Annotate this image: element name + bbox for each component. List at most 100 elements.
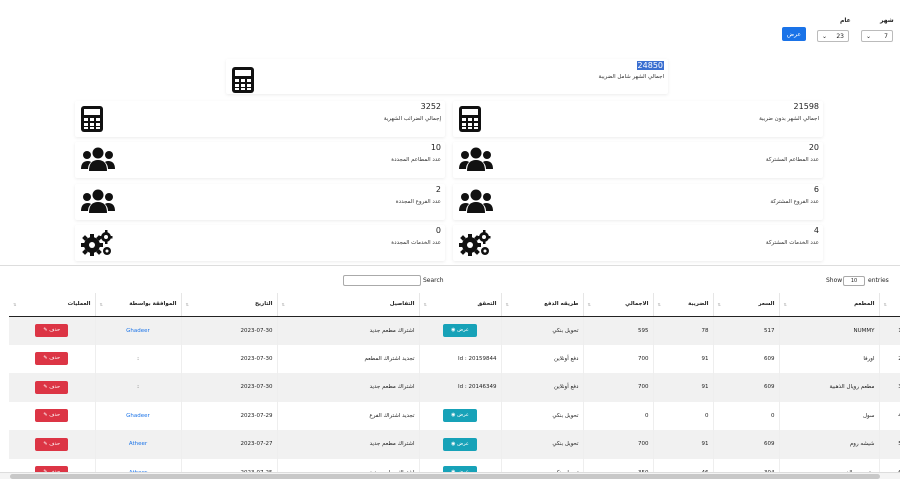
delete-button[interactable]: ✎ حذف <box>35 352 69 366</box>
tax-cell: 91 <box>653 373 714 402</box>
total-cell: 700 <box>583 430 654 459</box>
sort-icon: ⇅ <box>883 302 887 307</box>
table-header-row: ⇅ العمليات ⇅ الموافقة بواسطة ⇅ التاريخ ⇅ التفاص… <box>9 293 900 317</box>
verify-cell: ◉ عرض <box>419 401 502 430</box>
verify-cell: ◉ عرض <box>419 316 502 345</box>
sort-icon: ⇅ <box>13 302 17 307</box>
month-select[interactable]: ⌄ 7 <box>861 30 893 42</box>
actions-cell: ✎ حذف <box>9 316 96 345</box>
restaurant-cell: مطعم رويال الذهبية <box>779 373 880 402</box>
column-header-label: الضريبة <box>688 301 709 308</box>
horizontal-scrollbar[interactable] <box>0 472 900 479</box>
stat-label: عدد الفروع المجددة <box>395 199 441 205</box>
restaurant-cell: سول <box>779 401 880 430</box>
column-header[interactable]: ⇅ طريقه الدفع <box>501 293 584 317</box>
stat-card: 10 عدد المطاعم المجددة <box>75 142 445 178</box>
page: شهر ⌄ 7 عام ⌄ 23 عرض 24850 اجمالي الشهر … <box>0 0 900 479</box>
column-header-label: الموافقة بواسطة <box>129 301 177 308</box>
year-select-value: 23 <box>836 32 844 40</box>
sort-icon: ⇅ <box>281 302 285 307</box>
column-header[interactable]: ⇅ التاريخ <box>181 293 278 317</box>
payment-cell: تحويل بنكي <box>501 401 584 430</box>
restaurant-cell: اورفا <box>779 344 880 373</box>
details-cell: تجديد اشتراك المطعم <box>277 344 420 373</box>
column-header-label: التحقق <box>477 301 497 308</box>
stat-label: عدد الخدمات المشتركة <box>765 240 819 246</box>
sort-icon: ⇅ <box>657 302 661 307</box>
month-select-value: 7 <box>884 32 888 40</box>
approved-by-link[interactable]: Atheer <box>129 441 147 447</box>
stat-label: عدد الخدمات المجددة <box>391 240 441 246</box>
scrollbar-thumb[interactable] <box>10 474 880 479</box>
row-number-cell: 2 <box>879 344 900 373</box>
summary-label: اجمالي الشهر شامل الضريبة <box>598 74 664 80</box>
price-cell: 0 <box>713 401 780 430</box>
stat-card: 2 عدد الفروع المجددة <box>75 184 445 220</box>
sort-icon: ⇅ <box>99 302 103 307</box>
delete-button[interactable]: ✎ حذف <box>35 409 69 423</box>
total-cell: 700 <box>583 373 654 402</box>
delete-button[interactable]: ✎ حذف <box>35 437 69 451</box>
delete-button[interactable]: ✎ حذف <box>35 324 69 337</box>
entries-select[interactable]: 10 <box>843 276 865 286</box>
view-button[interactable]: ◉ عرض <box>443 437 477 451</box>
sort-icon: ⇅ <box>423 302 427 307</box>
trash-icon: ✎ <box>43 327 48 333</box>
column-header[interactable]: ⇅# <box>879 293 900 317</box>
stat-label: عدد المطاعم المجددة <box>391 157 441 163</box>
show-button[interactable]: عرض <box>782 27 806 41</box>
actions-cell: ✎ حذف <box>9 430 96 459</box>
approved-by-link[interactable]: Ghadeer <box>126 413 150 419</box>
month-label: شهر <box>880 17 894 24</box>
stat-card: 4 عدد الخدمات المشتركة <box>453 225 823 261</box>
column-header[interactable]: ⇅ الاجمالي <box>583 293 654 317</box>
row-number-cell: 3 <box>879 373 900 402</box>
column-header[interactable]: ⇅ العمليات <box>9 293 96 317</box>
stat-value: 0 <box>435 226 441 235</box>
column-header[interactable]: ⇅ التحقق <box>419 293 502 317</box>
calculator-icon <box>81 106 103 136</box>
gears-icon <box>81 230 113 260</box>
users-icon <box>459 147 493 175</box>
users-icon <box>81 147 115 175</box>
view-button[interactable]: ◉ عرض <box>443 409 477 423</box>
table-row: ✎ حذف: 2023-07-30 تجديد اشتراك المطعم Id : … <box>9 344 900 373</box>
column-header[interactable]: ⇅ السعر <box>713 293 780 317</box>
tax-cell: 0 <box>653 401 714 430</box>
stat-card: 3252 إجمالي الضرائب الشهرية <box>75 101 445 137</box>
date-cell: 2023-07-30 <box>181 344 278 373</box>
trash-icon: ✎ <box>43 412 48 419</box>
approved-by-link: : <box>137 355 139 362</box>
search-input[interactable] <box>343 275 421 286</box>
payment-cell: دفع أونلاين <box>501 373 584 402</box>
year-select[interactable]: ⌄ 23 <box>817 30 849 42</box>
summary-value: 24850 <box>636 61 664 70</box>
stat-label: عدد المطاعم المشتركة <box>765 157 819 163</box>
column-header-label: السعر <box>758 301 775 308</box>
approved-by-link[interactable]: Ghadeer <box>126 328 150 334</box>
summary-card: 24850 اجمالي الشهر شامل الضريبة <box>226 59 668 94</box>
details-cell: تجديد اشتراك الفرع <box>277 401 420 430</box>
verify-cell: Id : 20146349 <box>419 373 502 402</box>
column-header[interactable]: ⇅ الموافقة بواسطة <box>95 293 182 317</box>
price-cell: 609 <box>713 430 780 459</box>
column-header[interactable]: ⇅ التفاصيل <box>277 293 420 317</box>
column-header[interactable]: ⇅ المطعم <box>779 293 880 317</box>
stat-value: 6 <box>813 185 819 194</box>
stat-label: اجمالي الشهر بدون ضريبة <box>759 116 819 122</box>
show-label: Show <box>826 277 843 284</box>
verify-cell: Id : 20159844 <box>419 344 502 373</box>
calculator-icon <box>459 106 481 136</box>
stat-label: عدد الفروع المشتركة <box>770 199 819 205</box>
approved-by-cell: : <box>95 373 182 402</box>
transactions-table: ⇅ العمليات ⇅ الموافقة بواسطة ⇅ التاريخ ⇅ التفاص… <box>9 293 900 479</box>
details-cell: اشتراك مطعم جديد <box>277 430 420 459</box>
users-icon <box>81 189 115 217</box>
stat-card: 21598 اجمالي الشهر بدون ضريبة <box>453 101 823 137</box>
column-header[interactable]: ⇅ الضريبة <box>653 293 714 317</box>
column-header-label: التفاصيل <box>389 301 415 308</box>
view-button[interactable]: ◉ عرض <box>443 324 477 337</box>
total-cell: 595 <box>583 316 654 345</box>
sort-icon: ⇅ <box>587 302 591 307</box>
delete-button[interactable]: ✎ حذف <box>35 380 69 394</box>
